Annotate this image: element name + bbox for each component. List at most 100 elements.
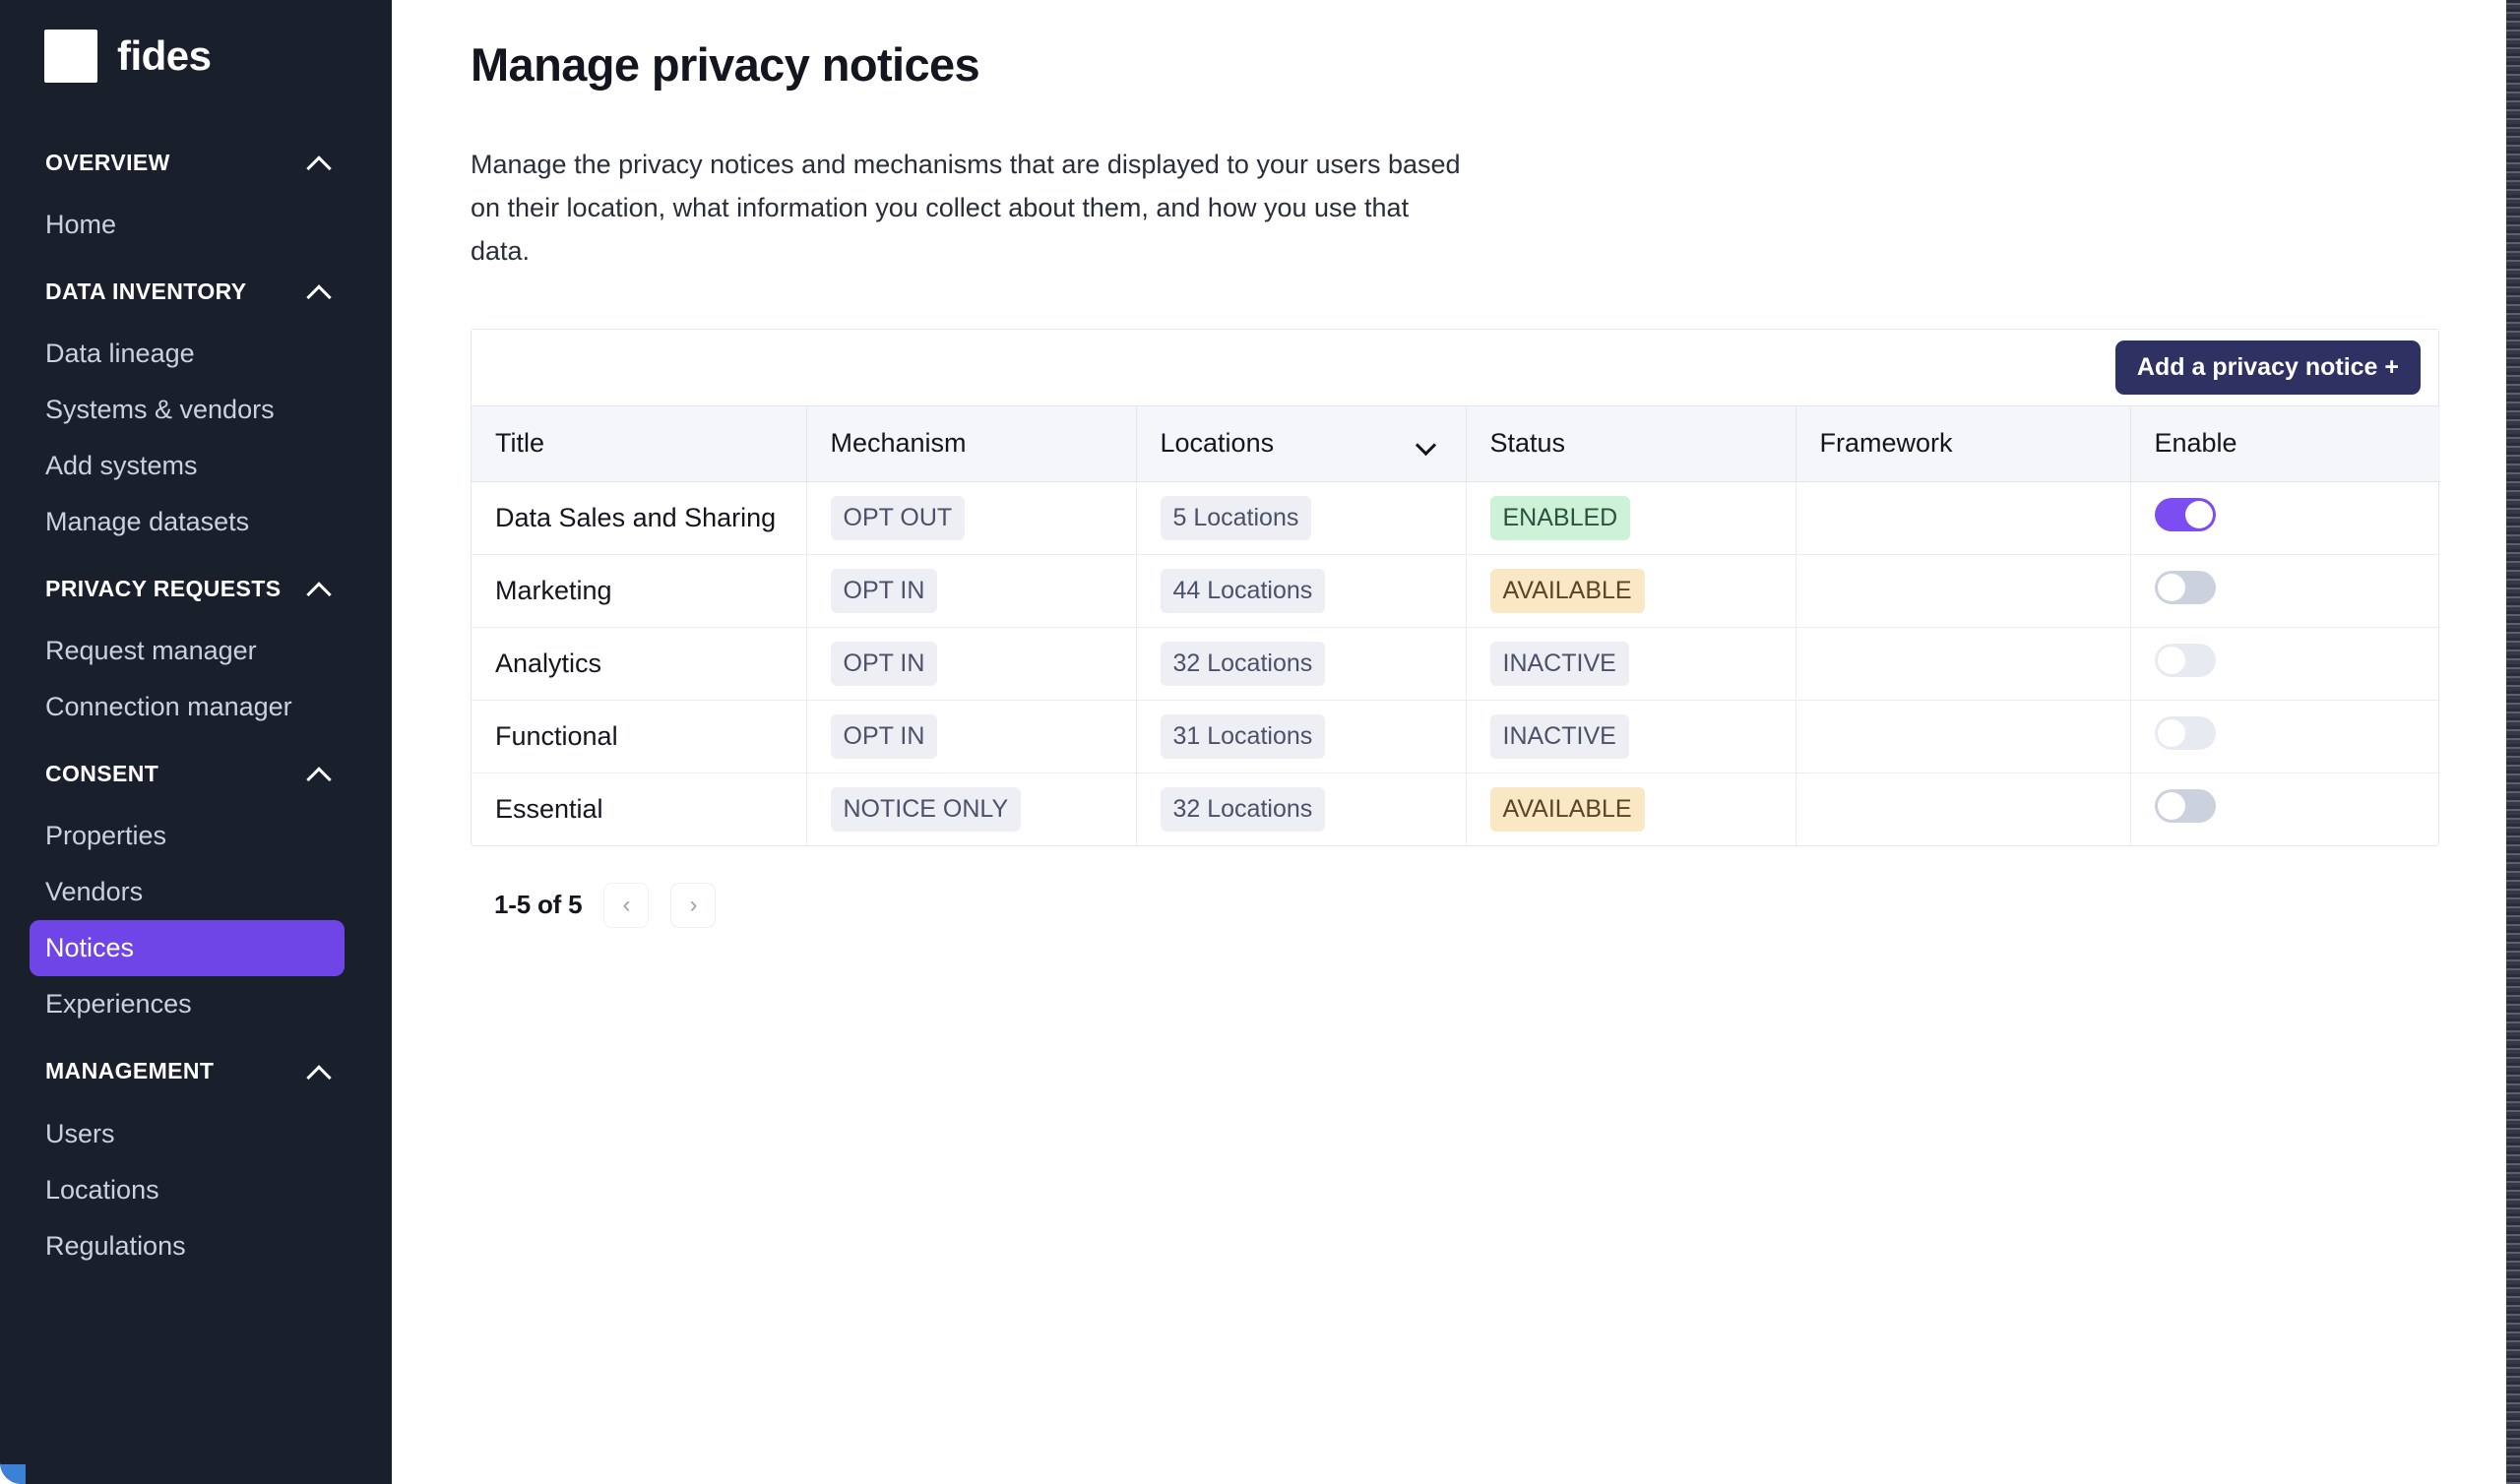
- cell-mechanism: OPT IN: [806, 627, 1137, 701]
- cell-framework: [1796, 773, 2131, 845]
- sidebar-section-label: CONSENT: [45, 760, 159, 786]
- cell-title: Marketing: [472, 554, 807, 628]
- main-content: Manage privacy notices Manage the privac…: [392, 0, 2520, 1484]
- chevron-up-icon[interactable]: [307, 581, 333, 596]
- brand-name: fides: [117, 32, 212, 79]
- sidebar-section-label: MANAGEMENT: [45, 1058, 215, 1084]
- notice-title: Essential: [495, 793, 603, 824]
- locations-badge: 31 Locations: [1160, 713, 1326, 759]
- column-header-label: Status: [1489, 428, 1566, 459]
- sidebar-item-locations[interactable]: Locations: [30, 1162, 345, 1218]
- chevron-down-icon[interactable]: [1417, 438, 1436, 450]
- sidebar-item-experiences[interactable]: Experiences: [30, 976, 345, 1032]
- column-header-status[interactable]: Status: [1466, 406, 1796, 482]
- table-row[interactable]: Functional OPT IN 31 Locations INACTIVE: [472, 700, 2440, 773]
- table-row[interactable]: Analytics OPT IN 32 Locations INACTIVE: [472, 627, 2440, 701]
- brand[interactable]: fides: [0, 0, 392, 83]
- sidebar-item-connection-manager[interactable]: Connection manager: [30, 679, 345, 735]
- cell-enable: [2130, 627, 2440, 701]
- status-badge: INACTIVE: [1489, 641, 1629, 686]
- sidebar-section-consent[interactable]: CONSENT: [0, 753, 392, 794]
- status-badge: AVAILABLE: [1489, 568, 1645, 613]
- page-description: Manage the privacy notices and mechanism…: [471, 150, 1461, 266]
- enable-toggle[interactable]: [2154, 643, 2216, 677]
- table-toolbar: Add a privacy notice +: [472, 330, 2438, 406]
- cell-title: Data Sales and Sharing: [472, 481, 807, 555]
- toggle-knob: [2157, 573, 2185, 601]
- table-row[interactable]: Data Sales and Sharing OPT OUT 5 Locations…: [472, 481, 2440, 555]
- cell-framework: [1796, 627, 2131, 701]
- cell-framework: [1796, 481, 2131, 555]
- toggle-knob: [2157, 646, 2185, 674]
- chevron-up-icon[interactable]: [307, 283, 333, 299]
- cell-mechanism: OPT OUT: [806, 481, 1137, 555]
- sidebar-item-home[interactable]: Home: [30, 197, 345, 253]
- table-row[interactable]: Marketing OPT IN 44 Locations AVAILABLE: [472, 554, 2440, 628]
- column-header-locations[interactable]: Locations: [1136, 406, 1467, 482]
- page-title: Manage privacy notices: [471, 38, 980, 91]
- enable-toggle[interactable]: [2154, 497, 2216, 531]
- locations-badge: 5 Locations: [1160, 495, 1312, 540]
- column-header-label: Mechanism: [830, 428, 967, 459]
- sidebar-item-properties[interactable]: Properties: [30, 808, 345, 864]
- table-head: Title Mechanism Locations Status Framework En…: [472, 406, 2440, 482]
- sidebar-item-regulations[interactable]: Regulations: [30, 1218, 345, 1274]
- sidebar-item-users[interactable]: Users: [30, 1106, 345, 1162]
- sidebar-item-notices[interactable]: Notices: [30, 920, 345, 977]
- cell-status: AVAILABLE: [1466, 554, 1796, 628]
- cell-title: Functional: [472, 700, 807, 773]
- cell-locations: 5 Locations: [1136, 481, 1467, 555]
- sidebar-item-add-systems[interactable]: Add systems: [30, 438, 345, 494]
- sidebar-item-request-manager[interactable]: Request manager: [30, 623, 345, 679]
- enable-toggle[interactable]: [2154, 788, 2216, 823]
- cell-locations: 31 Locations: [1136, 700, 1467, 773]
- cell-mechanism: OPT IN: [806, 554, 1137, 628]
- column-header-mechanism[interactable]: Mechanism: [806, 406, 1137, 482]
- mechanism-badge: NOTICE ONLY: [830, 786, 1022, 832]
- sidebar-section-privacy-requests[interactable]: PRIVACY REQUESTS: [0, 568, 392, 609]
- sidebar-section-label: DATA INVENTORY: [45, 278, 247, 304]
- sidebar-item-systems-vendors[interactable]: Systems & vendors: [30, 382, 345, 438]
- sidebar-section-data-inventory[interactable]: DATA INVENTORY: [0, 271, 392, 312]
- locations-badge: 32 Locations: [1160, 641, 1326, 686]
- cell-enable: [2130, 773, 2440, 845]
- toggle-knob: [2184, 500, 2213, 528]
- chevron-up-icon[interactable]: [307, 1064, 333, 1080]
- mechanism-badge: OPT IN: [830, 641, 938, 686]
- mechanism-badge: OPT IN: [830, 568, 938, 613]
- column-header-label: Enable: [2154, 428, 2237, 459]
- cell-status: ENABLED: [1466, 481, 1796, 555]
- cell-mechanism: NOTICE ONLY: [806, 773, 1137, 845]
- cell-framework: [1796, 554, 2131, 628]
- table-row[interactable]: Essential NOTICE ONLY 32 Locations AVAILABL…: [472, 773, 2440, 845]
- column-header-enable[interactable]: Enable: [2130, 406, 2440, 482]
- sidebar-item-data-lineage[interactable]: Data lineage: [30, 326, 345, 382]
- enable-toggle[interactable]: [2154, 570, 2216, 604]
- sidebar-section-management[interactable]: MANAGEMENT: [0, 1051, 392, 1092]
- sidebar-section-overview[interactable]: OVERVIEW: [0, 142, 392, 183]
- cell-title: Analytics: [472, 627, 807, 701]
- chevron-up-icon[interactable]: [307, 155, 333, 170]
- right-edge-artifact: [2506, 0, 2520, 1484]
- column-header-framework[interactable]: Framework: [1796, 406, 2131, 482]
- pagination-prev-button[interactable]: ‹: [603, 882, 650, 928]
- chevron-up-icon[interactable]: [307, 766, 333, 781]
- status-badge: ENABLED: [1489, 495, 1631, 540]
- column-header-title[interactable]: Title: [472, 406, 807, 482]
- sidebar-item-vendors[interactable]: Vendors: [30, 864, 345, 920]
- cell-locations: 32 Locations: [1136, 773, 1467, 845]
- column-header-label: Framework: [1819, 428, 1953, 459]
- column-header-label: Locations: [1160, 428, 1275, 459]
- notice-title: Functional: [495, 720, 618, 751]
- add-privacy-notice-button[interactable]: Add a privacy notice +: [2114, 340, 2421, 395]
- mechanism-badge: OPT OUT: [830, 495, 966, 540]
- notice-title: Data Sales and Sharing: [495, 502, 777, 532]
- enable-toggle[interactable]: [2154, 715, 2216, 750]
- pagination-next-button[interactable]: ›: [670, 882, 717, 928]
- cell-enable: [2130, 700, 2440, 773]
- sidebar-item-manage-datasets[interactable]: Manage datasets: [30, 494, 345, 550]
- sidebar-nav: OVERVIEW Home DATA INVENTORY Data lineage Sy…: [0, 142, 392, 1274]
- cell-status: INACTIVE: [1466, 700, 1796, 773]
- status-badge: AVAILABLE: [1489, 786, 1645, 832]
- cell-status: INACTIVE: [1466, 627, 1796, 701]
